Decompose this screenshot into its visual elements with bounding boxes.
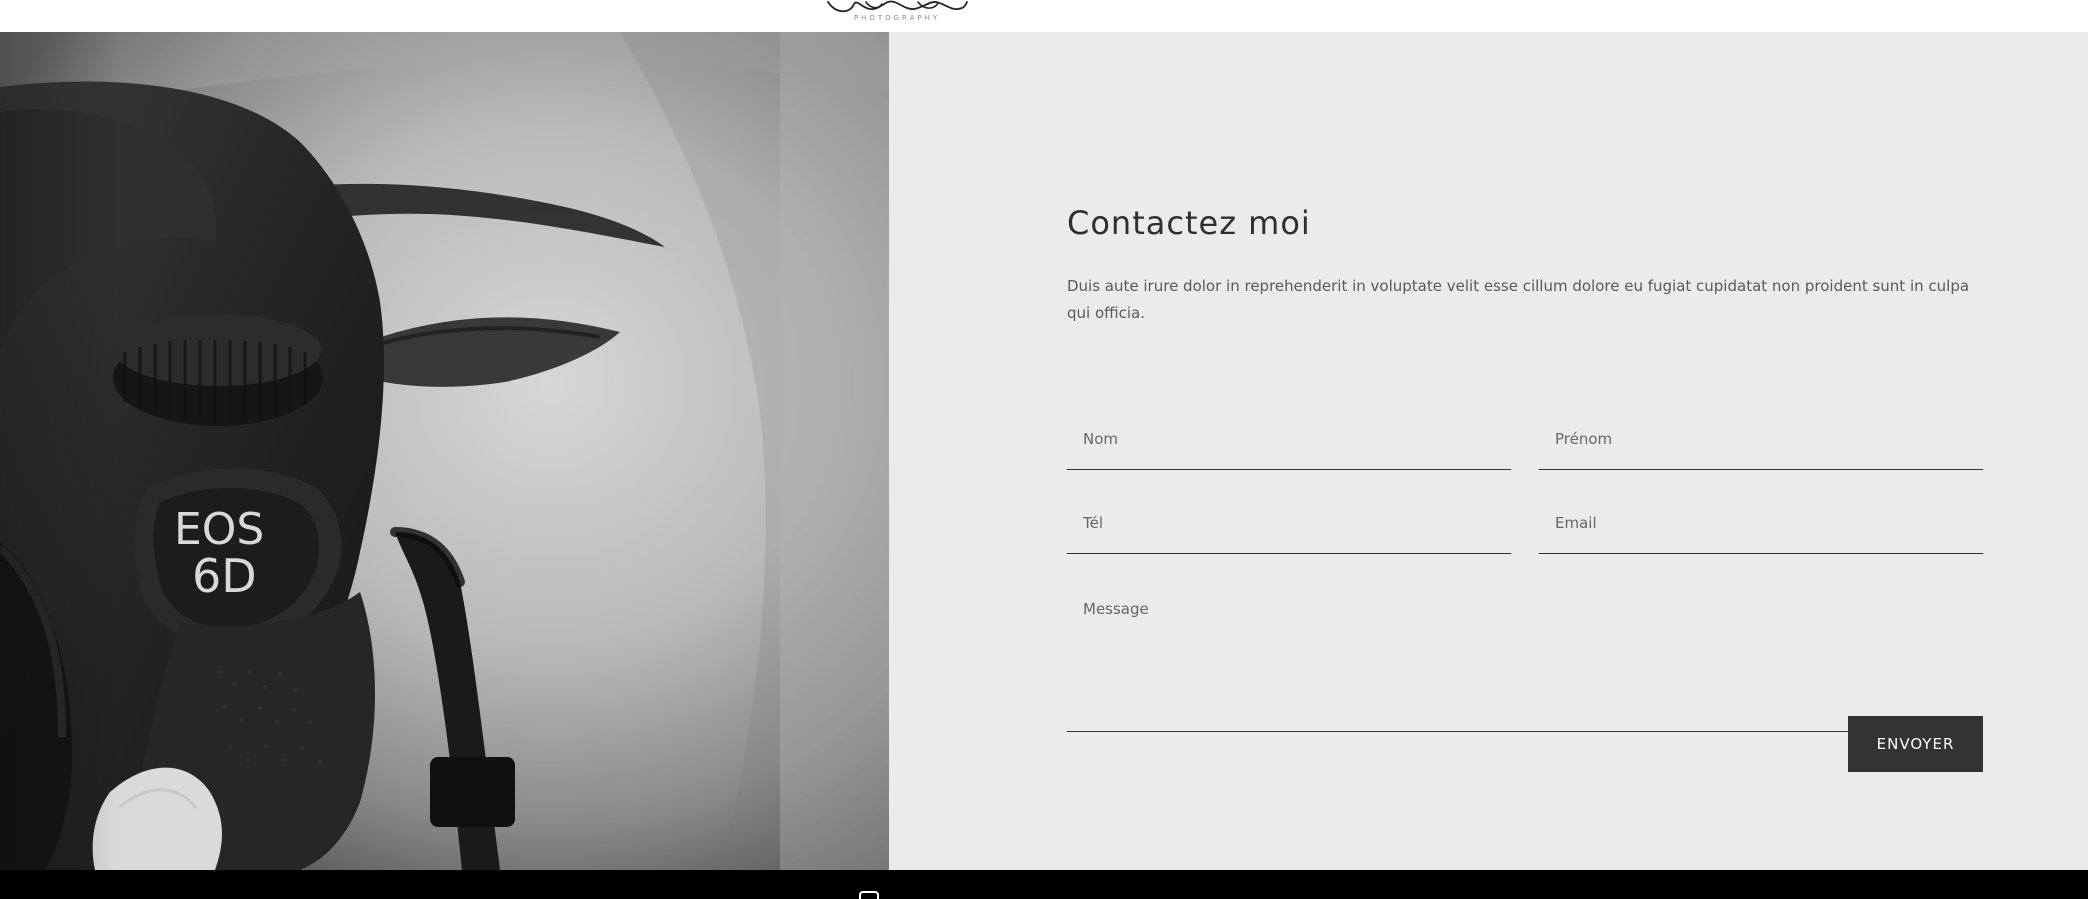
nom-field[interactable]: Nom [1067, 392, 1511, 470]
social-icon[interactable] [859, 891, 879, 899]
site-logo[interactable]: PHOTOGRAPHY [826, 0, 968, 32]
camera-model-6d: 6D [192, 549, 257, 603]
contact-title: Contactez moi [1067, 204, 1311, 242]
camera-model-eos: EOS [174, 504, 264, 555]
submit-button[interactable]: ENVOYER [1848, 716, 1983, 772]
email-field[interactable]: Email [1539, 476, 1983, 554]
message-placeholder: Message [1083, 600, 1149, 618]
tel-placeholder: Tél [1083, 514, 1104, 532]
contact-intro-text: Duis aute irure dolor in reprehenderit i… [1067, 277, 1970, 322]
tel-field[interactable]: Tél [1067, 476, 1511, 554]
contact-form-container: Contactez moi Duis aute irure dolor in r… [1067, 32, 1983, 870]
message-field[interactable]: Message [1067, 562, 1983, 732]
top-header: PHOTOGRAPHY [0, 0, 2088, 32]
prenom-field[interactable]: Prénom [1539, 392, 1983, 470]
photographer-with-camera-image: EOS 6D [0, 32, 889, 870]
prenom-placeholder: Prénom [1555, 430, 1613, 448]
logo-subtitle: PHOTOGRAPHY [853, 14, 941, 22]
footer-bar [0, 870, 2088, 899]
email-placeholder: Email [1555, 514, 1597, 532]
nom-placeholder: Nom [1083, 430, 1119, 448]
contact-section: Contactez moi Duis aute irure dolor in r… [889, 32, 2088, 870]
photographer-photo: EOS 6D [0, 32, 889, 870]
